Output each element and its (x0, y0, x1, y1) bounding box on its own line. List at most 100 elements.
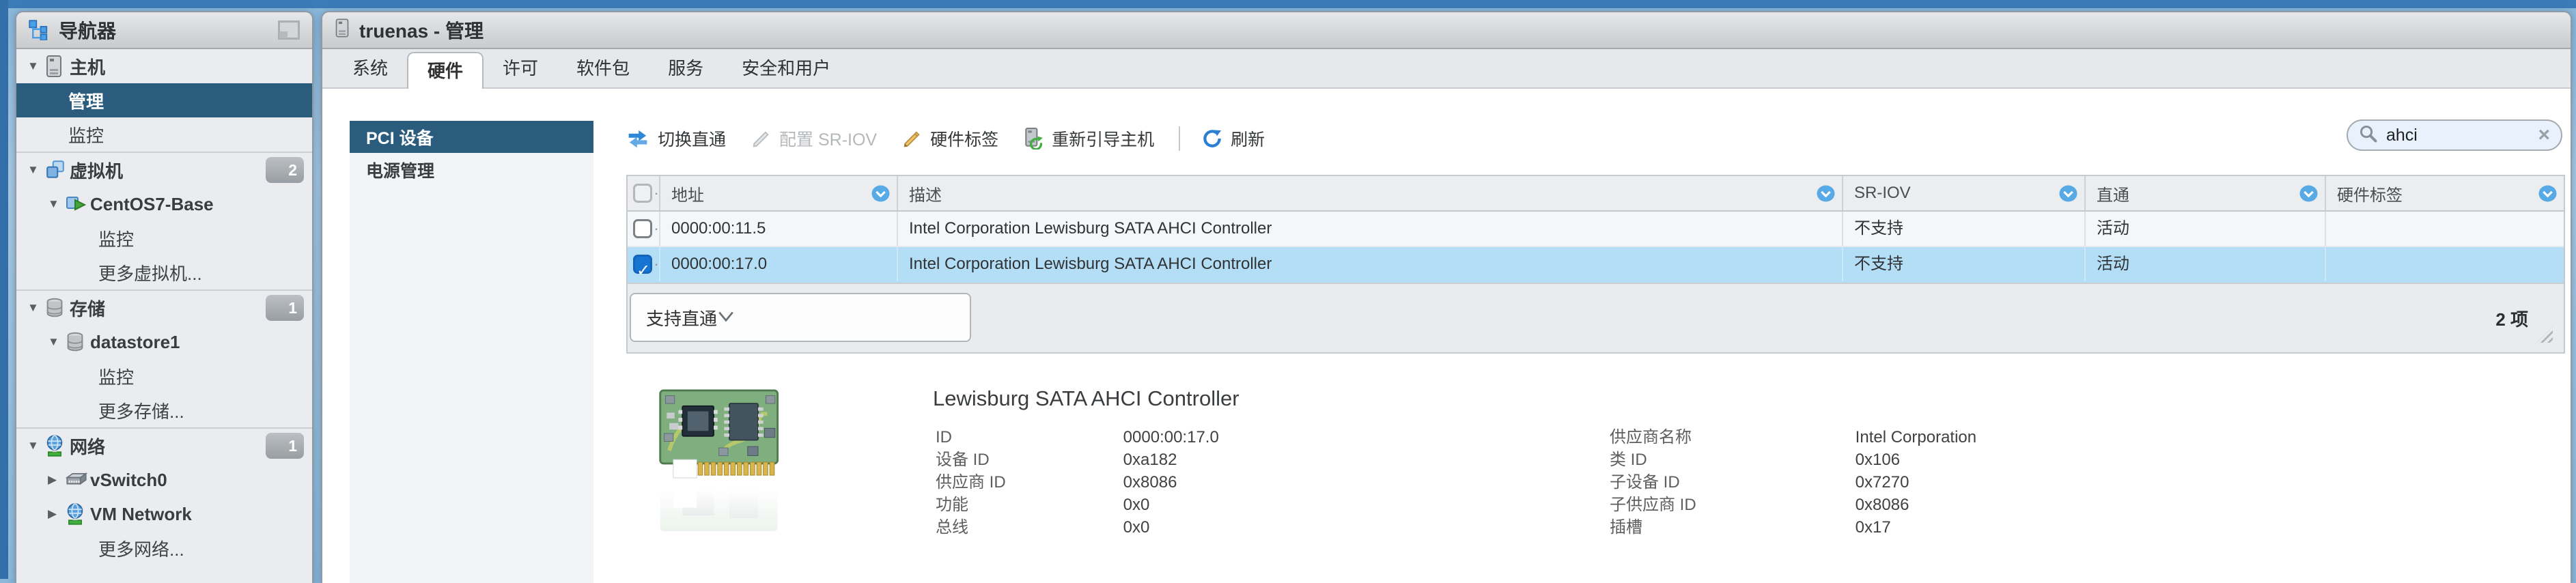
detail-field-label: ID (936, 426, 1119, 449)
detail-field-value: 0x17 (1856, 518, 1891, 537)
hardware-subnav: PCI 设备 电源管理 (350, 121, 593, 583)
toolbar-button[interactable]: 刷新 (1179, 126, 1265, 151)
column-label: 地址 (671, 182, 704, 205)
tab-bar: 系统 硬件 许可 软件包 服务 安全和用户 (322, 49, 2571, 89)
select-all-checkbox[interactable] (633, 184, 652, 203)
header-cell-passthrough[interactable]: 直通 (2086, 176, 2326, 210)
row-checkbox[interactable] (633, 255, 652, 274)
table-row[interactable]: .. 0000:00:17.0 Intel Corporation Lewisb… (628, 247, 2564, 283)
tree-item-label: 更多虚拟机... (98, 260, 202, 285)
tree-expander-icon[interactable]: ▼ (27, 59, 45, 73)
tree-item[interactable]: 更多虚拟机... (16, 255, 312, 289)
tree-item-label: 监控 (98, 226, 134, 251)
tab[interactable]: 安全和用户 (723, 49, 850, 87)
tab[interactable]: 硬件 (407, 52, 484, 89)
unpin-panel-icon[interactable] (278, 20, 300, 40)
search-icon (2359, 124, 2378, 147)
tree-expander-icon[interactable]: ▼ (27, 163, 45, 177)
toolbar-button[interactable]: 配置 SR-IOV (751, 126, 877, 151)
cell-address: 0000:00:17.0 (660, 247, 898, 281)
tab[interactable]: 系统 (333, 49, 407, 87)
column-label: 硬件标签 (2337, 182, 2403, 205)
chevron-down-icon (717, 307, 735, 328)
cell-passthrough: 活动 (2086, 212, 2326, 246)
tree-expander-icon[interactable]: ▼ (48, 197, 66, 211)
tree-item-icon (45, 298, 70, 318)
tree-item[interactable]: ▶ VM Network (16, 497, 312, 531)
tree-item-icon (66, 194, 90, 214)
header-cell-sriov[interactable]: SR-IOV (1843, 176, 2086, 210)
cell-address: 0000:00:11.5 (660, 212, 898, 246)
tree-expander-icon[interactable]: ▼ (27, 439, 45, 453)
resize-grip[interactable] (2536, 326, 2553, 343)
tree-item[interactable]: ▼ datastore1 (16, 325, 312, 359)
tree-item-icon (45, 55, 70, 77)
tree-item[interactable]: ▶ vSwitch0 (16, 463, 312, 497)
item-count-label: 2 项 (2495, 306, 2528, 331)
tree-item[interactable]: 管理 (16, 83, 312, 117)
cell-sriov: 不支持 (1843, 247, 2086, 281)
tree-expander-icon[interactable]: ▼ (48, 335, 66, 349)
filter-chevron-icon[interactable] (2299, 185, 2318, 202)
tab[interactable]: 软件包 (557, 49, 649, 87)
table-row[interactable]: .. 0000:00:11.5 Intel Corporation Lewisb… (628, 212, 2564, 247)
tree-item[interactable]: ▼ 主机 (16, 49, 312, 83)
detail-field-label: 子设备 ID (1610, 471, 1851, 494)
tree-expander-icon[interactable]: ▶ (48, 507, 66, 521)
toolbar-button-label: 硬件标签 (930, 126, 998, 151)
header-cell-description[interactable]: 描述 (898, 176, 1843, 210)
tab-label: 硬件 (428, 61, 463, 81)
tree-item[interactable]: 监控 (16, 117, 312, 152)
cell-checkbox: .. (628, 247, 660, 281)
tree-item[interactable]: ▼ 虚拟机 2 (16, 152, 312, 187)
subnav-item-label: PCI 设备 (366, 125, 434, 150)
filter-chevron-icon[interactable] (2538, 185, 2557, 202)
toolbar-button-label: 刷新 (1231, 126, 1265, 151)
subnav-item[interactable]: PCI 设备 (350, 121, 593, 153)
tree-item-icon (45, 435, 70, 457)
tab[interactable]: 许可 (484, 49, 557, 87)
tree-item[interactable]: 更多网络... (16, 531, 312, 565)
detail-field: 子供应商 ID 0x8086 (1610, 494, 1976, 516)
tree-item[interactable]: 监控 (16, 221, 312, 255)
toolbar-button[interactable]: 硬件标签 (901, 126, 998, 151)
filter-chevron-icon[interactable] (2059, 185, 2077, 202)
detail-field-label: 类 ID (1610, 449, 1851, 471)
navigator-tree-icon (29, 20, 49, 40)
filter-chevron-icon[interactable] (871, 185, 890, 202)
passthrough-filter-dropdown[interactable]: 支持直通 (630, 293, 971, 342)
tree-item[interactable]: 更多存储... (16, 393, 312, 427)
tree-item[interactable]: ▼ 存储 1 (16, 289, 312, 325)
tree-expander-icon[interactable]: ▶ (48, 473, 66, 487)
tree-item[interactable]: ▼ CentOS7-Base (16, 187, 312, 221)
toolbar-button[interactable]: 重新引导主机 (1023, 126, 1154, 151)
tree-item[interactable]: ▼ 网络 1 (16, 427, 312, 463)
clear-search-icon[interactable]: × (2538, 125, 2550, 145)
tree-item-label: datastore1 (90, 332, 180, 353)
detail-field-value: 0x8086 (1123, 473, 1177, 492)
detail-field: 类 ID 0x106 (1610, 449, 1976, 471)
cell-passthrough: 活动 (2086, 247, 2326, 281)
tree-item-label: CentOS7-Base (90, 194, 214, 215)
tree-expander-icon[interactable]: ▼ (27, 301, 45, 315)
toolbar: 切换直通 配置 SR-IOV 硬件标签 重新引导主机 刷新 (626, 121, 1265, 156)
tab[interactable]: 服务 (649, 49, 723, 87)
tree-item-label: 更多网络... (98, 536, 184, 561)
tree-item-label: 更多存储... (98, 398, 184, 423)
navigator-tree: ▼ 主机 管理 监控 ▼ 虚拟机 (16, 49, 312, 583)
toolbar-button[interactable]: 切换直通 (626, 126, 726, 151)
filter-chevron-icon[interactable] (1817, 185, 1835, 202)
row-checkbox[interactable] (633, 219, 652, 238)
search-box[interactable]: × (2347, 119, 2562, 151)
header-cell-address[interactable]: 地址 (660, 176, 898, 210)
page-top-border (0, 0, 2576, 8)
tree-item[interactable]: 监控 (16, 359, 312, 393)
header-cell-hwlabel[interactable]: 硬件标签 (2326, 176, 2564, 210)
subnav-item[interactable]: 电源管理 (350, 153, 593, 187)
detail-field-value: 0xa182 (1123, 451, 1177, 469)
navigator-titlebar: 导航器 (16, 12, 312, 49)
detail-field-label: 供应商名称 (1610, 426, 1851, 449)
detail-field-value: Intel Corporation (1856, 428, 1976, 446)
main-panel: truenas - 管理 系统 硬件 许可 软件包 服务 安全和用户 (321, 11, 2572, 583)
search-input[interactable] (2385, 125, 2524, 146)
